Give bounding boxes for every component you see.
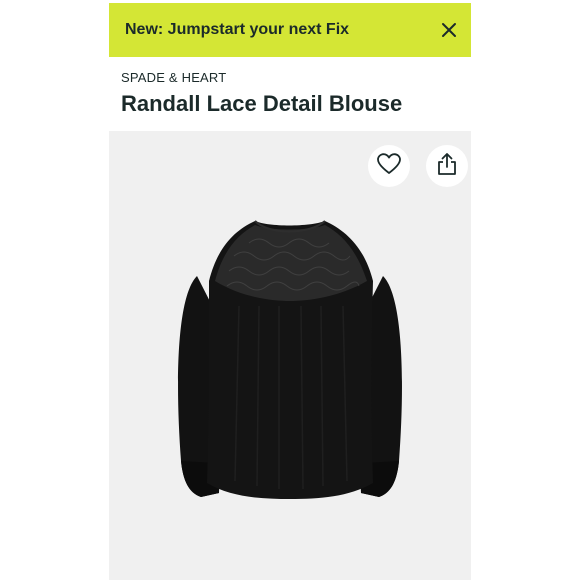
product-title: Randall Lace Detail Blouse (121, 91, 403, 116)
promo-banner[interactable]: New: Jumpstart your next Fix (109, 3, 471, 57)
product-page: New: Jumpstart your next Fix SPADE & HEA… (109, 0, 471, 580)
brand-name[interactable]: SPADE & HEART (121, 70, 226, 85)
black-lace-blouse-image (178, 220, 402, 499)
close-icon[interactable] (437, 18, 461, 42)
promo-banner-text: New: Jumpstart your next Fix (125, 21, 350, 38)
favorite-button[interactable] (368, 145, 410, 187)
share-icon (437, 152, 457, 181)
product-image-area[interactable] (109, 131, 471, 580)
heart-icon (377, 152, 401, 180)
share-button[interactable] (426, 145, 468, 187)
